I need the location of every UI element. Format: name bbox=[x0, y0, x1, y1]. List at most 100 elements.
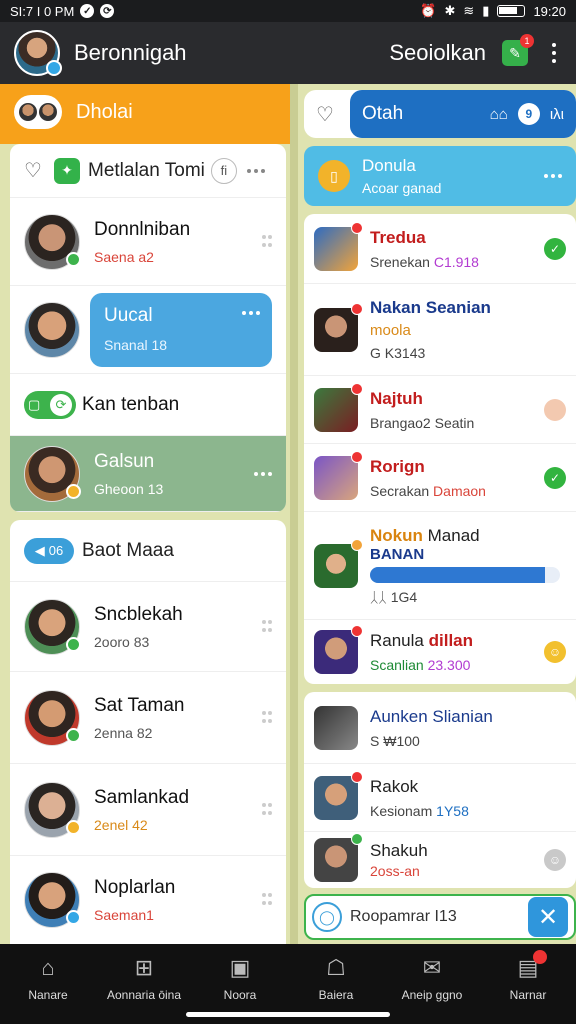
thumbnail bbox=[314, 450, 363, 500]
heart-icon[interactable]: ♡ bbox=[24, 161, 44, 181]
nav-bookmarks[interactable]: ⊞ Aonnaria ōina bbox=[96, 944, 192, 1024]
attach-button[interactable]: ◯ bbox=[312, 902, 342, 932]
message-input[interactable]: Roopamrar I13 bbox=[350, 908, 510, 926]
nav-mail[interactable]: ✉ Aneip ggno bbox=[384, 944, 480, 1024]
list-item[interactable]: Sat Taman 2enna 82 bbox=[10, 672, 286, 764]
bookmark-icon: ⊞ bbox=[134, 955, 154, 980]
more-options-icon[interactable] bbox=[544, 174, 562, 178]
count-pill[interactable]: ◀ 06 bbox=[24, 537, 74, 564]
more-options-icon[interactable] bbox=[242, 310, 260, 315]
progress-bar bbox=[370, 567, 560, 583]
more-options-icon[interactable] bbox=[246, 168, 265, 173]
more-options-icon[interactable] bbox=[254, 471, 272, 476]
clock: 19:20 bbox=[533, 3, 566, 19]
bookmark-icon: ▯ bbox=[318, 160, 350, 192]
thumbnail bbox=[314, 625, 363, 674]
drag-handle-icon[interactable] bbox=[262, 234, 272, 249]
list-item[interactable]: Shakuh 2oss-an ☺ bbox=[304, 832, 576, 888]
check-icon: ✓ bbox=[544, 466, 566, 489]
nav-label: Noora bbox=[223, 988, 257, 1002]
notification-badge: 1 bbox=[520, 34, 534, 48]
list-item[interactable]: Ranula dillan Scanlian 23.300 ☺ bbox=[304, 620, 576, 684]
app-title: Beronnigah bbox=[74, 40, 187, 65]
drag-handle-icon[interactable] bbox=[262, 802, 272, 817]
profile-avatar[interactable] bbox=[14, 30, 62, 76]
avatar bbox=[24, 598, 81, 655]
thumbnail bbox=[314, 833, 363, 882]
notification-button[interactable]: ✎ 1 bbox=[502, 34, 534, 66]
banner[interactable]: ▯ Donula Acoar ganad bbox=[304, 146, 576, 206]
info-icon[interactable]: fi bbox=[210, 157, 237, 184]
toggle-switch[interactable]: ▢ ⟳ bbox=[24, 390, 76, 419]
close-button[interactable]: ✕ bbox=[528, 897, 568, 937]
list-item[interactable]: Galsun Gheoon 13 bbox=[10, 436, 286, 512]
more-menu-icon[interactable] bbox=[552, 43, 556, 63]
inbox-icon: ▣ bbox=[229, 955, 251, 980]
avatar bbox=[24, 445, 81, 502]
subtitle-text: Kesionam bbox=[370, 802, 433, 819]
list-item[interactable]: Samlankad 2enel 42 bbox=[10, 764, 286, 856]
conversation-subtitle: Kesionam 1Y58 bbox=[370, 803, 566, 819]
home-icon[interactable]: ⌂⌂ bbox=[490, 106, 508, 123]
message-composer: ◯ Roopamrar I13 ✕ bbox=[304, 894, 576, 940]
battery-icon bbox=[497, 5, 526, 17]
list-item[interactable]: Uucal Snanal 18 bbox=[10, 286, 286, 374]
home-indicator[interactable] bbox=[186, 1012, 390, 1017]
unread-badge bbox=[351, 450, 363, 463]
drag-handle-icon[interactable] bbox=[262, 710, 272, 725]
subtitle-value: 23.300 bbox=[427, 657, 471, 673]
contact-name: Sat Taman bbox=[94, 694, 185, 716]
drag-handle-icon[interactable] bbox=[262, 893, 272, 907]
contact-subtitle: Saena a2 bbox=[94, 248, 154, 265]
conversation-subtitle: 2oss-an bbox=[370, 863, 420, 879]
conversation-name: Ranula dillan bbox=[370, 631, 544, 651]
list-item[interactable]: Rorign Secrakan Damaon ✓ bbox=[304, 444, 576, 512]
thumbnail bbox=[314, 382, 363, 432]
heart-icon[interactable]: ♡ bbox=[316, 102, 334, 127]
contact-name: Sncblekah bbox=[94, 603, 183, 625]
subtitle-value: 1Y58 bbox=[436, 802, 469, 819]
bell-icon: ☖ bbox=[326, 955, 346, 980]
megaphone-icon: ◀ bbox=[34, 542, 45, 558]
nav-messages[interactable]: ▤ Narnar bbox=[480, 944, 576, 1024]
status-badge bbox=[66, 819, 81, 835]
status-badge bbox=[66, 910, 81, 925]
list-item[interactable]: Rakok Kesionam 1Y58 bbox=[304, 764, 576, 832]
list-item[interactable]: Najtuh Brangao2 Seatin bbox=[304, 376, 576, 444]
nav-label: Nanare bbox=[28, 988, 68, 1002]
search-input[interactable]: Otah ⌂⌂ 9 ιλι bbox=[350, 90, 576, 138]
list-item[interactable]: Nokun Manad BANAN ᛸᛸ 1G4 bbox=[304, 512, 576, 620]
emoji-icon: ☺ bbox=[544, 849, 566, 871]
nav-home[interactable]: ⌂ Nanare bbox=[0, 944, 96, 1024]
list-item[interactable]: Nakan Seanian moola G K3143 bbox=[304, 284, 576, 376]
list-item[interactable]: Sncblekah 2ooro 83 bbox=[10, 582, 286, 672]
signal-icon: ▮ bbox=[482, 3, 490, 18]
sync-icon: ⟳ bbox=[100, 4, 115, 18]
mail-icon: ✉ bbox=[422, 955, 442, 980]
online-badge bbox=[66, 251, 81, 267]
nav-label: Baiera bbox=[318, 988, 354, 1002]
messages-icon: ▤ bbox=[515, 950, 547, 980]
list-item[interactable]: Donnlniban Saena a2 bbox=[10, 198, 286, 286]
nav-label: Aneip ggno bbox=[401, 988, 463, 1002]
list-item[interactable]: ▢ ⟳ Kan tenban bbox=[10, 374, 286, 436]
name-part: Manad bbox=[427, 526, 480, 545]
unread-badge bbox=[351, 302, 363, 315]
bubble-title: Uucal bbox=[104, 304, 153, 326]
status-time: SI:7 I 0 PM bbox=[10, 3, 75, 19]
conversation-name: Najtuh bbox=[370, 388, 423, 408]
list-item[interactable]: Aunken Slianian S ₩100 bbox=[304, 692, 576, 764]
conversation-name: Nokun Manad bbox=[370, 526, 566, 546]
drag-handle-icon[interactable] bbox=[262, 619, 272, 634]
conversation-subtitle: Secrakan Damaon bbox=[370, 483, 544, 499]
thumbnail bbox=[314, 221, 363, 271]
search-extra-label[interactable]: ιλι bbox=[550, 106, 564, 123]
count-badge[interactable]: 9 bbox=[517, 103, 540, 125]
bluetooth-icon: ✱ bbox=[444, 3, 456, 18]
list-item[interactable]: Tredua Srenekan C1.918 ✓ bbox=[304, 214, 576, 284]
toggle-label: Kan tenban bbox=[82, 393, 180, 415]
group-avatar[interactable] bbox=[14, 95, 62, 129]
list-item[interactable]: Noplarlan Saeman1 bbox=[10, 856, 286, 944]
message-bubble[interactable]: Uucal Snanal 18 bbox=[90, 292, 272, 367]
unread-badge bbox=[351, 625, 363, 637]
